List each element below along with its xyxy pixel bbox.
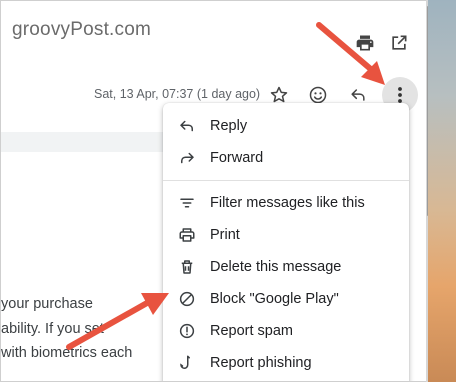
menu-item-label: Forward xyxy=(210,150,264,166)
annotation-arrow-block xyxy=(66,293,169,350)
menu-item-forward[interactable]: Forward xyxy=(163,143,409,173)
filter-icon xyxy=(177,193,197,213)
forward-icon xyxy=(177,148,197,168)
watermark: groovyPost.com xyxy=(12,19,152,40)
menu-item-label: Report phishing xyxy=(210,355,312,371)
block-icon xyxy=(177,289,197,309)
trash-icon xyxy=(177,257,197,277)
screenshot-frame: groovyPost.com Sat, 13 Apr, 07:37 (1 day… xyxy=(0,0,456,382)
background-strip xyxy=(428,0,456,382)
report-spam-icon xyxy=(177,321,197,341)
menu-divider xyxy=(163,180,409,181)
menu-item-filter[interactable]: Filter messages like this xyxy=(163,188,409,218)
menu-item-block[interactable]: Block "Google Play" xyxy=(163,284,409,314)
print-icon xyxy=(177,225,197,245)
menu-item-label: Reply xyxy=(210,118,248,134)
reply-icon xyxy=(177,116,197,136)
menu-item-report-phishing[interactable]: Report phishing xyxy=(163,348,409,378)
menu-item-label: Block "Google Play" xyxy=(210,291,339,307)
message-date: Sat, 13 Apr, 07:37 (1 day ago) xyxy=(94,87,261,101)
menu-item-label: Filter messages like this xyxy=(210,195,365,211)
annotation-arrow-more xyxy=(316,22,385,85)
message-band xyxy=(1,132,163,152)
phishing-hook-icon xyxy=(177,353,197,373)
menu-item-print[interactable]: Print xyxy=(163,220,409,250)
menu-item-report-spam[interactable]: Report spam xyxy=(163,316,409,346)
message-options-menu: Reply Forward Filter messages like this … xyxy=(163,103,409,381)
menu-item-label: Delete this message xyxy=(210,259,342,275)
menu-item-label: Report spam xyxy=(210,323,294,339)
menu-item-delete[interactable]: Delete this message xyxy=(163,252,409,282)
menu-item-label: Print xyxy=(210,227,240,243)
menu-item-reply[interactable]: Reply xyxy=(163,111,409,141)
